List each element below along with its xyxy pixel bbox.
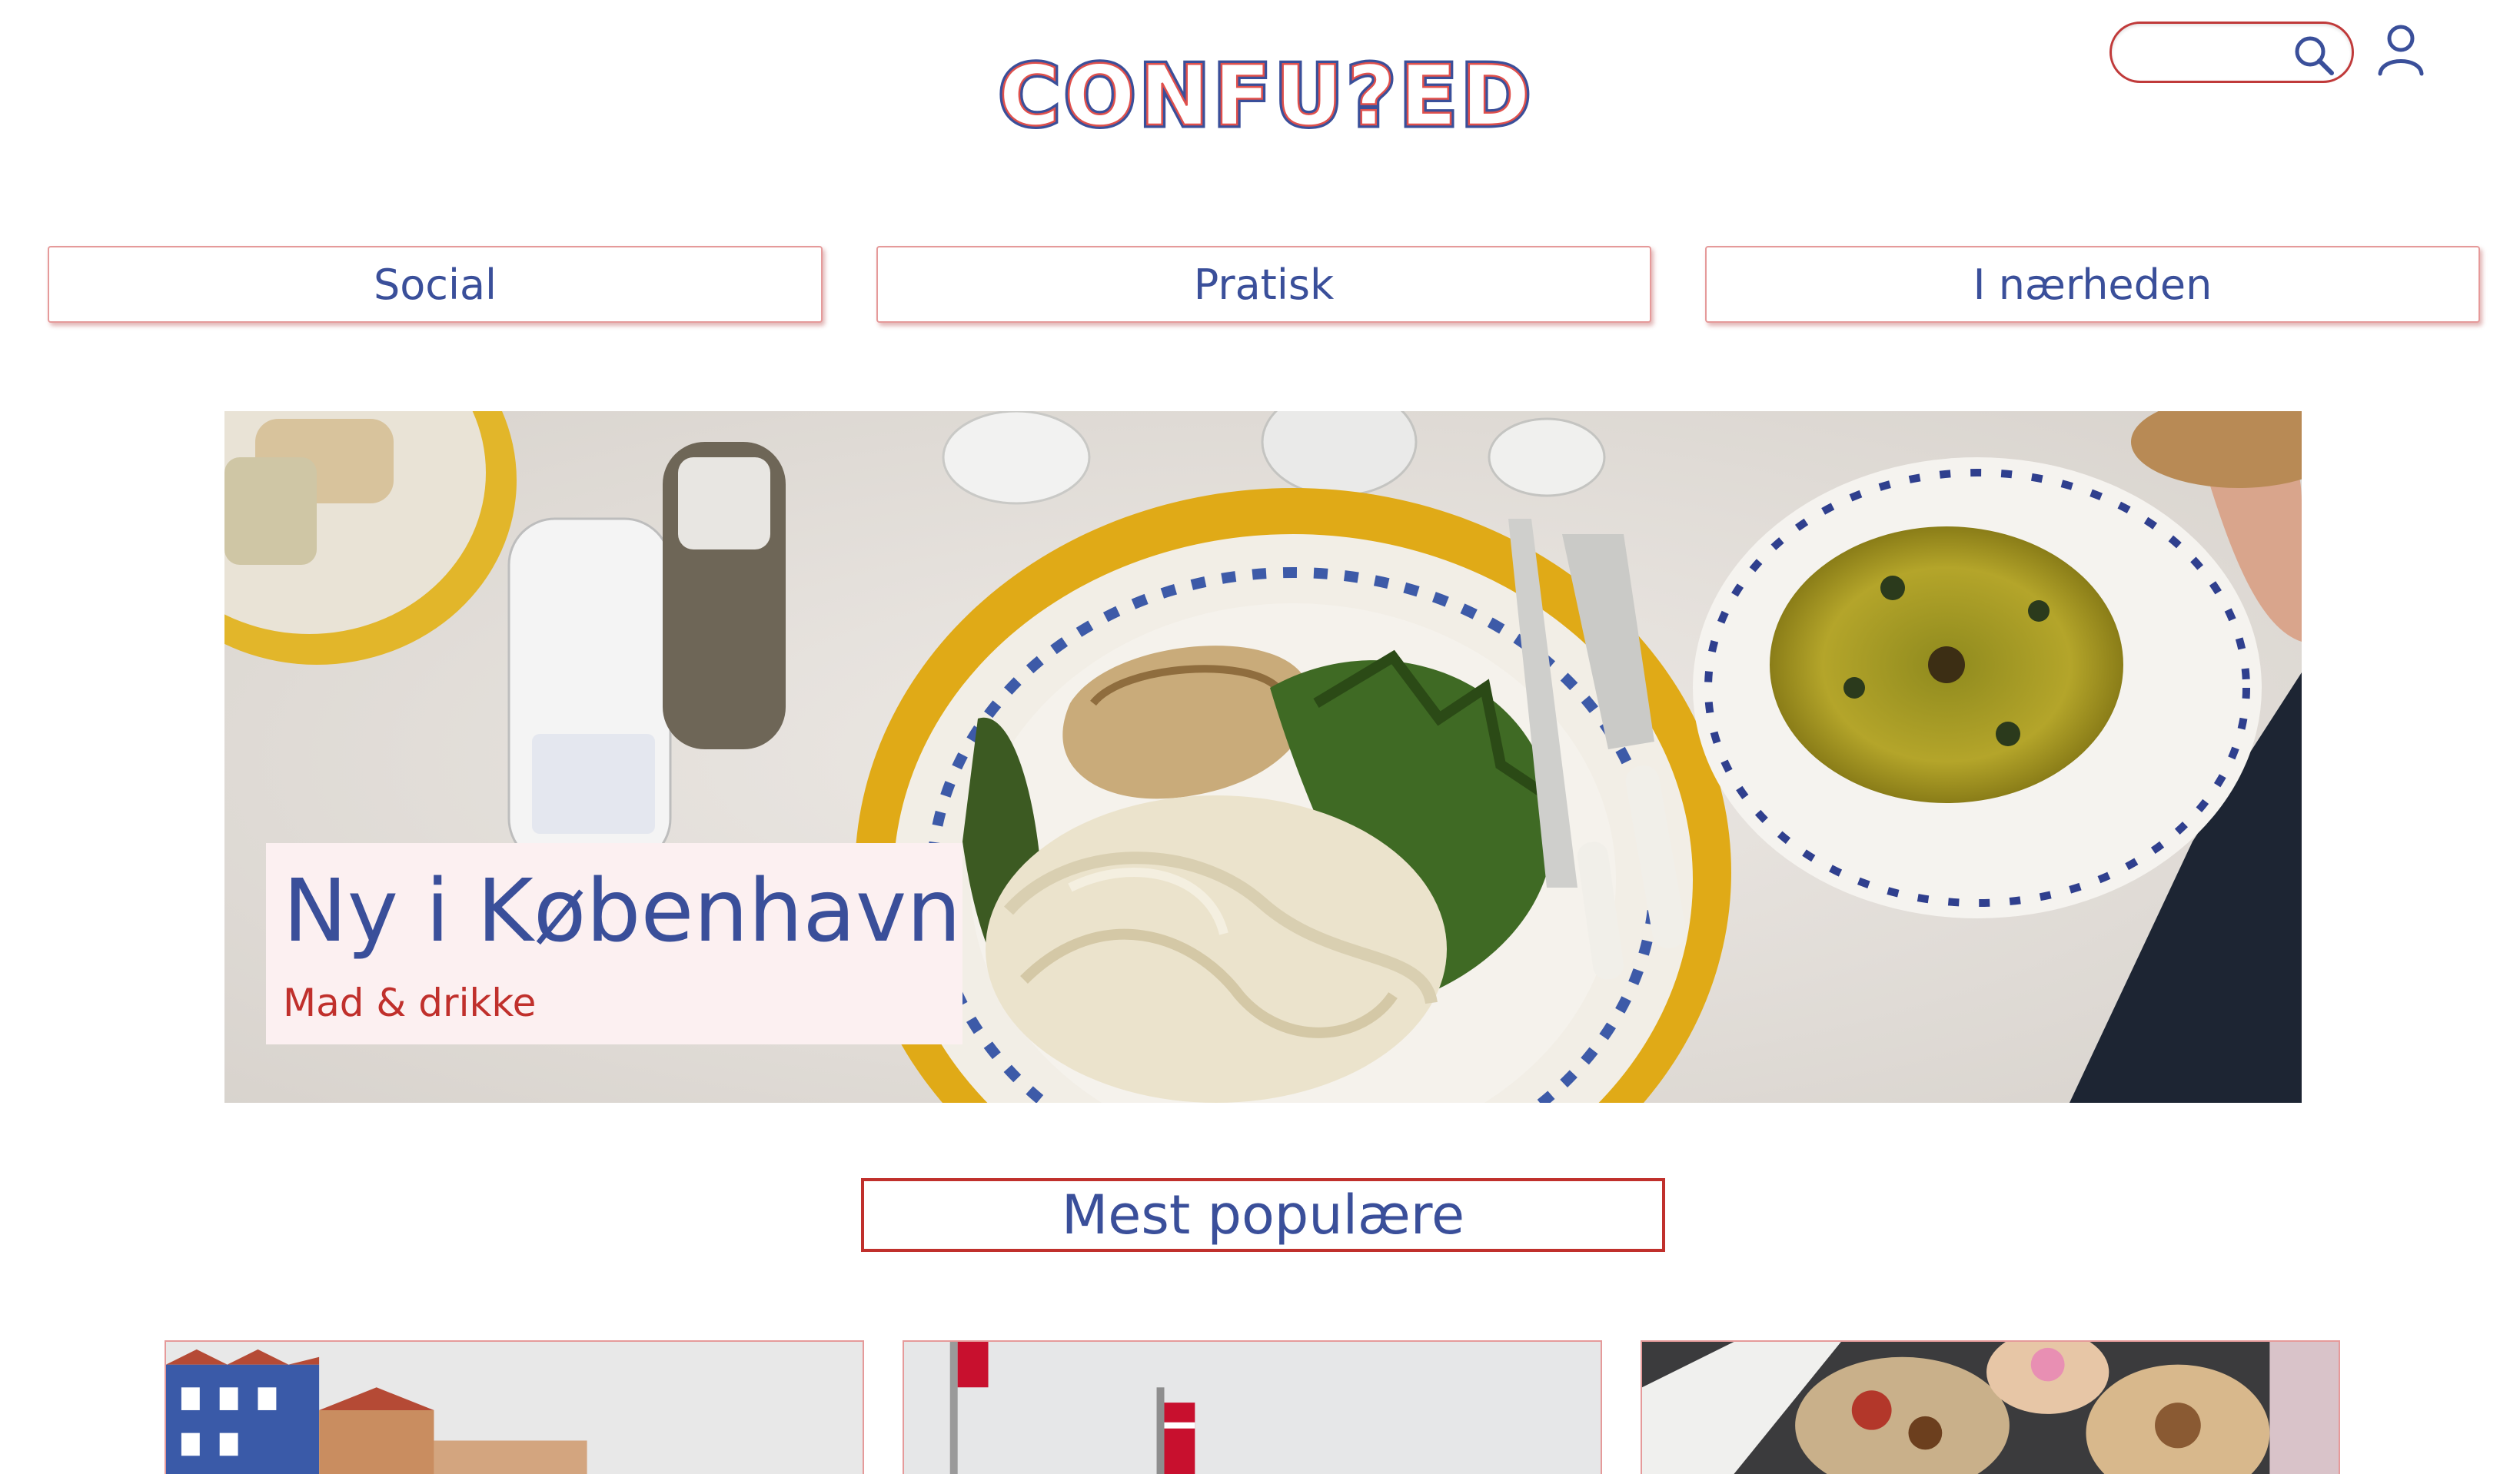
site-logo[interactable]: CONFU?ED CONFU?ED	[936, 48, 1597, 140]
search-icon[interactable]	[2292, 33, 2336, 78]
article-card[interactable]	[165, 1340, 864, 1474]
nav-button-social[interactable]: Social	[48, 246, 823, 323]
nav-button-i-naerheden[interactable]: I nærheden	[1705, 246, 2480, 323]
nav-button-pratisk[interactable]: Pratisk	[876, 246, 1651, 323]
nav-label: Pratisk	[1193, 260, 1335, 309]
hero-title: Ny i København	[283, 861, 962, 961]
search-input[interactable]	[2130, 32, 2287, 75]
nav-label: Social	[373, 260, 497, 309]
logo-wordmark: CONFU?ED CONFU?ED	[996, 48, 1534, 140]
article-card[interactable]	[1641, 1340, 2340, 1474]
card-image	[1642, 1342, 2339, 1474]
most-popular-label: Mest populære	[1061, 1184, 1465, 1247]
card-image	[904, 1342, 1601, 1474]
user-icon[interactable]	[2375, 23, 2426, 77]
logo-text-inline: CONFU?ED	[999, 48, 1534, 140]
hero-category[interactable]: Mad & drikke	[283, 978, 536, 1027]
article-card[interactable]	[903, 1340, 1602, 1474]
search-box[interactable]	[2109, 22, 2354, 83]
nav-label: I nærheden	[1973, 260, 2212, 309]
most-popular-button[interactable]: Mest populære	[861, 1178, 1665, 1252]
card-image	[166, 1342, 863, 1474]
hero-caption[interactable]: Ny i København Mad & drikke	[266, 843, 962, 1044]
